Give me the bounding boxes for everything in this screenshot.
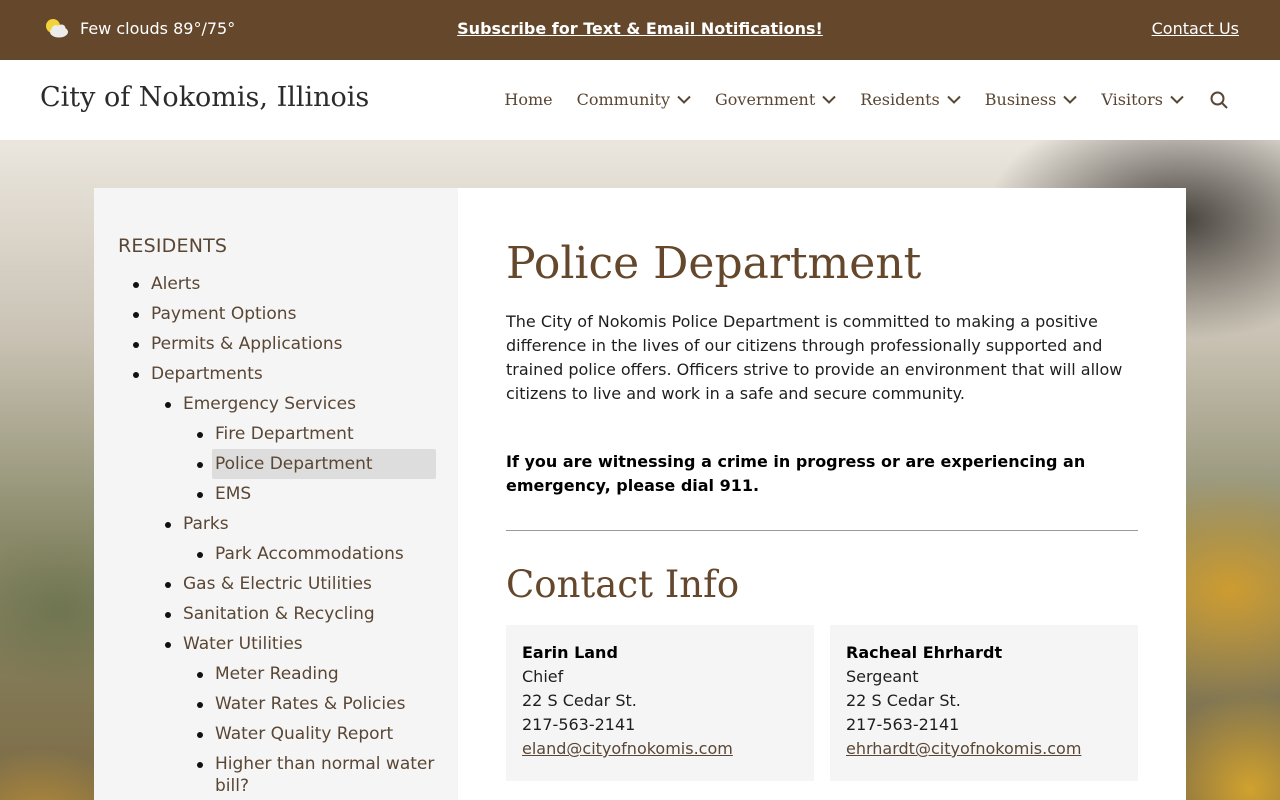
nav-residents[interactable]: Residents bbox=[860, 90, 961, 109]
sidebar-item-label: Gas & Electric Utilities bbox=[183, 574, 372, 594]
subscribe-link[interactable]: Subscribe for Text & Email Notifications… bbox=[457, 19, 823, 38]
contact-email-link[interactable]: ehrhardt@cityofnokomis.com bbox=[846, 739, 1081, 758]
sidebar-item-label: Water Utilities bbox=[183, 634, 303, 654]
contact-phone: 217-563-2141 bbox=[522, 715, 636, 734]
nav-community[interactable]: Community bbox=[577, 90, 691, 109]
nav-home[interactable]: Home bbox=[504, 90, 552, 109]
sidebar-item-label: Departments bbox=[151, 364, 263, 384]
chevron-down-icon bbox=[822, 95, 836, 104]
contact-info-heading: Contact Info bbox=[506, 563, 740, 606]
sidebar-item-permits[interactable]: Permits & Applications bbox=[118, 329, 436, 359]
nav-label: Government bbox=[715, 90, 816, 109]
sidebar-item-label: Park Accommodations bbox=[215, 544, 404, 564]
page-title: Police Department bbox=[506, 238, 922, 289]
contact-name: Racheal Ehrhardt bbox=[846, 643, 1003, 662]
sidebar-item-label: Fire Department bbox=[215, 424, 354, 444]
sidebar-item-ems[interactable]: EMS bbox=[118, 479, 436, 509]
sidebar-item-label: EMS bbox=[215, 484, 252, 504]
sidebar-item-water-rates[interactable]: Water Rates & Policies bbox=[118, 689, 436, 719]
site-title[interactable]: City of Nokomis, Illinois bbox=[40, 82, 369, 113]
nav-business[interactable]: Business bbox=[985, 90, 1078, 109]
sidebar-item-label: Higher than normal water bill? bbox=[215, 754, 435, 796]
nav-label: Business bbox=[984, 90, 1057, 109]
nav-label: Community bbox=[576, 90, 671, 109]
contact-us-link[interactable]: Contact Us bbox=[1152, 19, 1239, 38]
sidebar-item-park-accommodations[interactable]: Park Accommodations bbox=[118, 539, 436, 569]
nav-visitors[interactable]: Visitors bbox=[1101, 90, 1184, 109]
emergency-notice: If you are witnessing a crime in progres… bbox=[506, 452, 1086, 495]
sidebar-item-label: Permits & Applications bbox=[151, 334, 343, 354]
sidebar-item-fire-department[interactable]: Fire Department bbox=[118, 419, 436, 449]
main-nav: Home Community Government Residents Busi… bbox=[480, 90, 1228, 109]
sidebar-item-water-utilities[interactable]: Water Utilities bbox=[118, 629, 436, 659]
sidebar-item-label: Water Quality Report bbox=[215, 724, 394, 744]
top-bar: Few clouds 89°/75° Subscribe for Text & … bbox=[0, 0, 1280, 60]
nav-government[interactable]: Government bbox=[715, 90, 836, 109]
contact-email-link[interactable]: eland@cityofnokomis.com bbox=[522, 739, 733, 758]
search-button[interactable] bbox=[1210, 91, 1228, 109]
chevron-down-icon bbox=[1170, 95, 1184, 104]
weather-text: Few clouds 89°/75° bbox=[80, 18, 236, 38]
sidebar-item-payment-options[interactable]: Payment Options bbox=[118, 299, 436, 329]
sidebar-item-label: Parks bbox=[183, 514, 229, 534]
contact-address: 22 S Cedar St. bbox=[846, 691, 961, 710]
divider bbox=[506, 530, 1138, 531]
contact-card: Racheal Ehrhardt Sergeant 22 S Cedar St.… bbox=[830, 625, 1138, 781]
sidebar-item-label: Payment Options bbox=[151, 304, 297, 324]
chevron-down-icon bbox=[1063, 95, 1078, 104]
contact-phone: 217-563-2141 bbox=[846, 715, 960, 734]
contact-cards: Earin Land Chief 22 S Cedar St. 217-563-… bbox=[506, 625, 1138, 781]
search-icon bbox=[1210, 91, 1228, 109]
sidebar-item-label: Emergency Services bbox=[183, 394, 356, 414]
contact-role: Sergeant bbox=[846, 667, 919, 686]
partly-cloudy-icon bbox=[46, 19, 68, 38]
intro-paragraph: The City of Nokomis Police Department is… bbox=[506, 312, 1123, 403]
sidebar-nav: Alerts Payment Options Permits & Applica… bbox=[118, 269, 436, 797]
sidebar-item-label: Sanitation & Recycling bbox=[183, 604, 375, 624]
sidebar-item-label: Water Rates & Policies bbox=[215, 694, 406, 714]
nav-label: Home bbox=[504, 90, 553, 109]
contact-card: Earin Land Chief 22 S Cedar St. 217-563-… bbox=[506, 625, 814, 781]
sidebar-item-label: Alerts bbox=[151, 274, 201, 294]
contact-address: 22 S Cedar St. bbox=[522, 691, 637, 710]
sidebar-item-sanitation[interactable]: Sanitation & Recycling bbox=[118, 599, 436, 629]
sidebar-item-high-water-bill[interactable]: Higher than normal water bill? bbox=[118, 749, 436, 797]
nav-label: Residents bbox=[860, 90, 940, 109]
sidebar-item-label: Police Department bbox=[212, 449, 436, 479]
site-header: City of Nokomis, Illinois Home Community… bbox=[0, 60, 1280, 140]
sidebar-title: RESIDENTS bbox=[118, 235, 228, 257]
sidebar-item-gas-electric[interactable]: Gas & Electric Utilities bbox=[118, 569, 436, 599]
contact-name: Earin Land bbox=[522, 643, 618, 662]
nav-label: Visitors bbox=[1101, 90, 1163, 109]
chevron-down-icon bbox=[677, 95, 691, 104]
main-content: Police Department The City of Nokomis Po… bbox=[458, 188, 1186, 800]
sidebar-item-meter-reading[interactable]: Meter Reading bbox=[118, 659, 436, 689]
sidebar: RESIDENTS Alerts Payment Options Permits… bbox=[94, 188, 458, 800]
contact-role: Chief bbox=[522, 667, 564, 686]
sidebar-item-alerts[interactable]: Alerts bbox=[118, 269, 436, 299]
sidebar-item-departments[interactable]: Departments bbox=[118, 359, 436, 389]
weather-widget: Few clouds 89°/75° bbox=[44, 17, 235, 39]
chevron-down-icon bbox=[947, 95, 961, 104]
sidebar-item-emergency-services[interactable]: Emergency Services bbox=[118, 389, 436, 419]
sidebar-item-parks[interactable]: Parks bbox=[118, 509, 436, 539]
sidebar-item-label: Meter Reading bbox=[215, 664, 339, 684]
sidebar-item-water-quality[interactable]: Water Quality Report bbox=[118, 719, 436, 749]
sidebar-item-police-department[interactable]: Police Department bbox=[118, 449, 436, 479]
